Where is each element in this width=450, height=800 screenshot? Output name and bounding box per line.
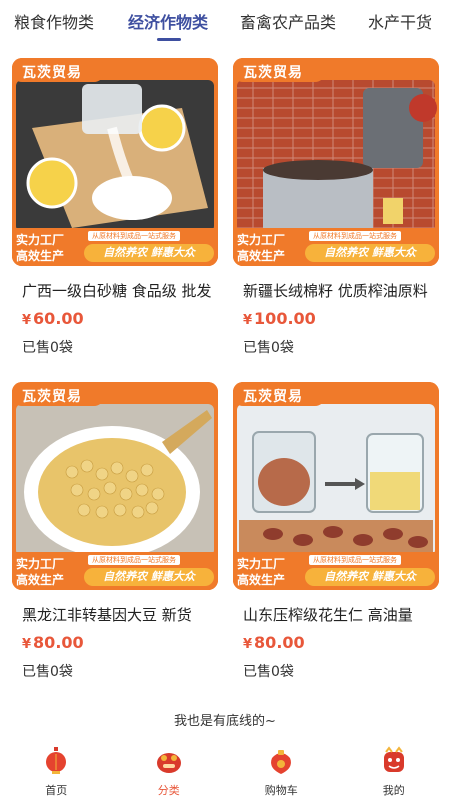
nav-profile[interactable]: 我的 bbox=[338, 740, 450, 800]
product-image[interactable]: 瓦茨贸易 实力工厂 高效生产 从原材料到成品一站式服务 自然养农 鲜惠大众 bbox=[12, 382, 218, 590]
nav-home[interactable]: 首页 bbox=[0, 740, 113, 800]
tab-cash-crops[interactable]: 经济作物类 bbox=[128, 9, 208, 33]
promo-text: 实力工厂 高效生产 bbox=[16, 557, 65, 587]
product-title[interactable]: 黑龙江非转基因大豆 新货 bbox=[22, 604, 212, 625]
promo-strip: 自然养农 鲜惠大众 bbox=[305, 244, 435, 262]
promo-subtitle: 从原材料到成品一站式服务 bbox=[88, 555, 180, 565]
promo-text: 实力工厂 高效生产 bbox=[16, 233, 65, 263]
product-image[interactable]: 瓦茨贸易 实力工厂 高效生产 从原材料到成品一站式服务 自然养农 鲜惠大众 bbox=[12, 58, 218, 266]
category-icon bbox=[156, 753, 181, 773]
cart-bag-icon bbox=[271, 750, 292, 774]
promo-subtitle: 从原材料到成品一站式服务 bbox=[309, 555, 401, 565]
tab-grain[interactable]: 粮食作物类 bbox=[14, 9, 94, 33]
bottom-nav: 首页 分类 购物车 我的 bbox=[0, 740, 450, 800]
product-price: ¥80.00 bbox=[22, 633, 84, 652]
promo-text: 实力工厂 高效生产 bbox=[237, 557, 286, 587]
product-price: ¥80.00 bbox=[243, 633, 305, 652]
product-title[interactable]: 山东压榨级花生仁 高油量 bbox=[243, 604, 433, 625]
brand-badge: 瓦茨贸易 bbox=[243, 389, 303, 405]
promo-strip: 自然养农 鲜惠大众 bbox=[305, 568, 435, 586]
product-price: ¥100.00 bbox=[243, 309, 316, 328]
active-tab-indicator bbox=[157, 38, 181, 41]
promo-subtitle: 从原材料到成品一站式服务 bbox=[309, 231, 401, 241]
tab-seafood[interactable]: 水产干货 bbox=[368, 9, 432, 33]
promo-strip: 自然养农 鲜惠大众 bbox=[84, 244, 214, 262]
product-image[interactable]: 瓦茨贸易 实力工厂 高效生产 从原材料到成品一站式服务 自然养农 鲜惠大众 bbox=[233, 382, 439, 590]
profile-icon bbox=[383, 746, 404, 772]
promo-subtitle: 从原材料到成品一站式服务 bbox=[88, 231, 180, 241]
product-image[interactable]: 瓦茨贸易 实力工厂 高效生产 从原材料到成品一站式服务 自然养农 鲜惠大众 bbox=[233, 58, 439, 266]
sold-count: 已售0袋 bbox=[243, 664, 294, 680]
nav-category[interactable]: 分类 bbox=[113, 740, 226, 800]
home-lantern-icon bbox=[46, 747, 67, 774]
promo-text: 实力工厂 高效生产 bbox=[237, 233, 286, 263]
category-tabs: 粮食作物类 经济作物类 畜禽农产品类 水产干货 bbox=[0, 0, 450, 46]
sold-count: 已售0袋 bbox=[22, 340, 73, 356]
sold-count: 已售0袋 bbox=[22, 664, 73, 680]
nav-cart[interactable]: 购物车 bbox=[225, 740, 338, 800]
product-price: ¥60.00 bbox=[22, 309, 84, 328]
end-of-list-note: 我也是有底线的~ bbox=[174, 714, 276, 729]
product-title[interactable]: 新疆长绒棉籽 优质榨油原料 bbox=[243, 280, 433, 301]
brand-badge: 瓦茨贸易 bbox=[22, 389, 82, 405]
brand-badge: 瓦茨贸易 bbox=[243, 65, 303, 81]
brand-badge: 瓦茨贸易 bbox=[22, 65, 82, 81]
product-title[interactable]: 广西一级白砂糖 食品级 批发 bbox=[22, 280, 212, 301]
tab-livestock[interactable]: 畜禽农产品类 bbox=[240, 9, 336, 33]
sold-count: 已售0袋 bbox=[243, 340, 294, 356]
promo-strip: 自然养农 鲜惠大众 bbox=[84, 568, 214, 586]
